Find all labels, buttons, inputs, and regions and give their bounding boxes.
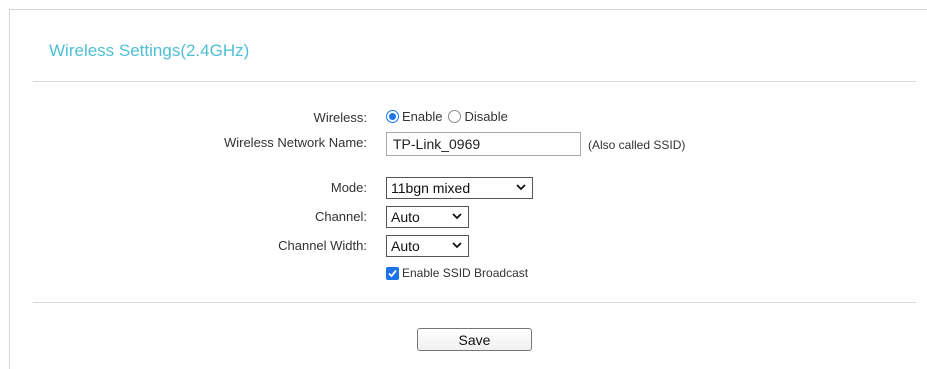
- wireless-radio-group: Enable Disable: [386, 109, 514, 124]
- mode-label: Mode:: [330, 180, 367, 195]
- channel-label: Channel:: [314, 209, 367, 224]
- channel-width-select-value: Auto: [391, 238, 420, 254]
- network-name-input[interactable]: [386, 132, 581, 156]
- ssid-broadcast-checkbox[interactable]: [386, 266, 399, 280]
- mode-select[interactable]: 11bgn mixed: [386, 177, 533, 199]
- channel-width-label: Channel Width:: [278, 238, 367, 253]
- chevron-down-icon: [452, 213, 462, 220]
- channel-select-value: Auto: [391, 209, 420, 225]
- network-name-label: Wireless Network Name:: [223, 135, 367, 150]
- save-button[interactable]: Save: [417, 328, 532, 351]
- channel-select[interactable]: Auto: [386, 206, 469, 228]
- page-title: Wireless Settings(2.4GHz): [49, 41, 250, 60]
- divider-bottom: [33, 302, 916, 303]
- wireless-enable-label[interactable]: Enable: [402, 109, 442, 124]
- radio-dot: [389, 113, 396, 120]
- checkmark-icon: [388, 269, 397, 277]
- ssid-broadcast-row: Enable SSID Broadcast: [386, 266, 528, 280]
- divider-top: [33, 81, 916, 82]
- wireless-label: Wireless:: [313, 110, 367, 125]
- ssid-broadcast-label[interactable]: Enable SSID Broadcast: [402, 266, 528, 280]
- ssid-hint: (Also called SSID): [588, 138, 686, 152]
- wireless-disable-radio[interactable]: [448, 110, 462, 123]
- wireless-disable-label[interactable]: Disable: [464, 109, 507, 124]
- channel-width-select[interactable]: Auto: [386, 235, 469, 257]
- chevron-down-icon: [452, 242, 462, 249]
- mode-select-value: 11bgn mixed: [391, 180, 471, 196]
- chevron-down-icon: [516, 184, 526, 191]
- wireless-enable-radio[interactable]: [386, 110, 399, 123]
